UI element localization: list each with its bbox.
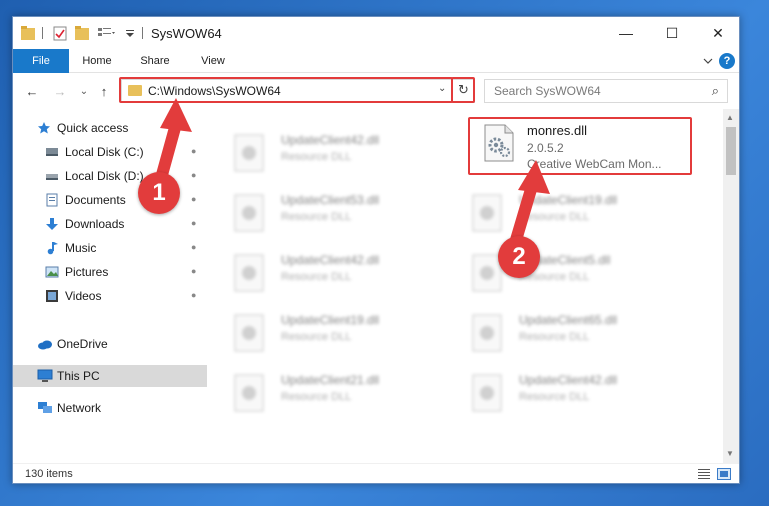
annotation-marker-1: 1 <box>138 172 180 214</box>
annotation-marker-2: 2 <box>498 236 540 278</box>
arrow-2-head <box>518 160 550 194</box>
arrow-1-head <box>160 98 192 132</box>
arrow-2-shaft <box>510 180 538 246</box>
annotation-overlay <box>154 98 550 246</box>
